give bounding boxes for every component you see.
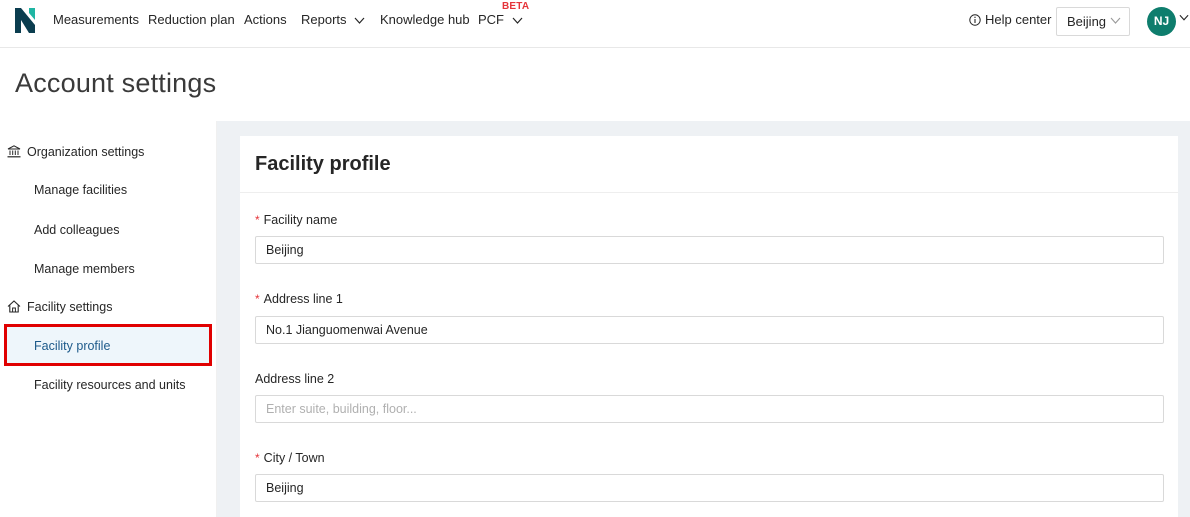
facility-name-label: * Facility name [255, 213, 337, 227]
required-asterisk: * [255, 451, 260, 465]
nav-pcf[interactable]: PCF [478, 12, 523, 28]
user-avatar[interactable]: NJ [1147, 7, 1176, 36]
card-divider [240, 192, 1178, 193]
nav-reduction-plan[interactable]: Reduction plan [148, 12, 235, 28]
help-center-link[interactable]: Help center [969, 12, 1051, 28]
bank-icon [7, 145, 21, 158]
address-line-2-input[interactable] [255, 395, 1164, 423]
nav-measurements[interactable]: Measurements [53, 12, 139, 28]
chevron-down-icon [1110, 17, 1121, 24]
sidebar-group-organization: Organization settings [7, 144, 144, 160]
chevron-down-icon [354, 17, 365, 24]
help-center-label: Help center [985, 12, 1052, 27]
sidebar-group-facility: Facility settings [7, 299, 112, 315]
facility-profile-card: Facility profile *Facility name *Address… [240, 136, 1178, 517]
settings-sidebar: Organization settings Manage facilities … [0, 121, 217, 517]
address-line-2-label: Address line 2 [255, 372, 334, 386]
page-title: Account settings [15, 68, 217, 98]
sidebar-item-manage-members[interactable]: Manage members [34, 261, 135, 277]
nav-pcf-label: PCF [478, 12, 504, 27]
home-icon [7, 300, 21, 313]
address-line-1-label-text: Address line 1 [263, 292, 343, 306]
required-asterisk: * [255, 213, 260, 227]
nav-actions[interactable]: Actions [244, 12, 287, 28]
nav-knowledge-hub[interactable]: Knowledge hub [380, 12, 470, 28]
chevron-down-icon[interactable] [1179, 14, 1189, 21]
facility-name-label-text: Facility name [263, 213, 338, 227]
facility-selector[interactable]: Beijing [1056, 7, 1130, 36]
nav-reports[interactable]: Reports [301, 12, 365, 28]
facility-selector-value: Beijing [1067, 14, 1107, 29]
facility-name-input[interactable] [255, 236, 1164, 264]
city-town-label: * City / Town [255, 451, 325, 465]
address-line-2-label-text: Address line 2 [255, 372, 335, 386]
chevron-down-icon [512, 17, 523, 24]
city-town-input[interactable] [255, 474, 1164, 502]
address-line-1-label: * Address line 1 [255, 292, 343, 306]
card-title: Facility profile [255, 153, 391, 175]
info-icon [969, 14, 981, 26]
sidebar-item-facility-profile[interactable]: Facility profile [4, 324, 212, 366]
required-asterisk: * [255, 292, 260, 306]
sidebar-item-facility-profile-label: Facility profile [34, 339, 111, 353]
sidebar-item-facility-resources[interactable]: Facility resources and units [34, 377, 185, 393]
sidebar-item-add-colleagues[interactable]: Add colleagues [34, 222, 119, 238]
nav-reports-label: Reports [301, 12, 347, 27]
address-line-1-input[interactable] [255, 316, 1164, 344]
beta-badge: BETA [502, 1, 530, 12]
top-navigation: Measurements Reduction plan Actions Repo… [0, 0, 1190, 48]
city-town-label-text: City / Town [263, 451, 325, 465]
app-logo-icon[interactable] [15, 8, 35, 33]
sidebar-group-organization-label: Organization settings [27, 145, 145, 159]
sidebar-item-manage-facilities[interactable]: Manage facilities [34, 182, 127, 198]
sidebar-group-facility-label: Facility settings [27, 300, 113, 314]
